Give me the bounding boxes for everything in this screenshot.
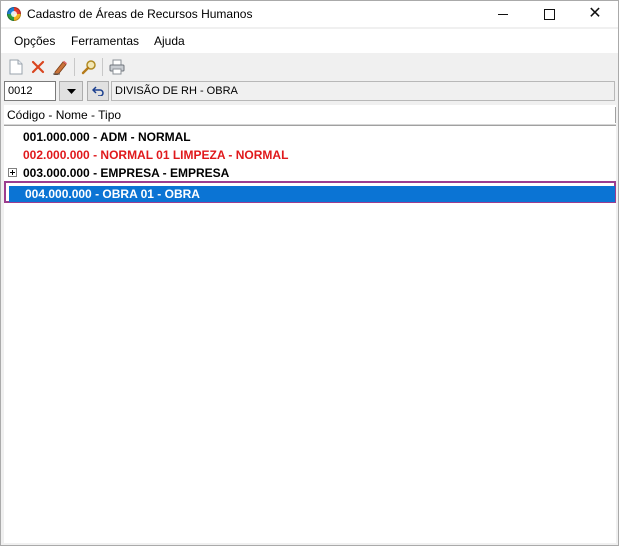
search-icon [81,60,96,75]
expand-icon[interactable] [8,168,17,177]
minimize-button[interactable] [480,1,526,27]
maximize-button[interactable] [526,1,572,27]
tree-row-label: 004.000.000 - OBRA 01 - OBRA [25,187,200,201]
delete-icon [31,60,45,74]
undo-button[interactable] [87,81,109,101]
toolbar [1,55,618,79]
undo-icon [92,86,104,96]
menu-ajuda[interactable]: Ajuda [154,34,185,48]
tree-view[interactable]: 001.000.000 - ADM - NORMAL 002.000.000 -… [4,125,616,543]
toolbar-separator [74,58,75,76]
code-input[interactable] [4,81,56,101]
menu-ferramentas[interactable]: Ferramentas [71,34,139,48]
tree-row-label: 003.000.000 - EMPRESA - EMPRESA [23,166,230,180]
close-icon: ✕ [588,5,602,22]
selected-row[interactable]: 004.000.000 - OBRA 01 - OBRA [9,186,615,202]
title-bar[interactable]: Cadastro de Áreas de Recursos Humanos ✕ [1,1,618,27]
edit-icon [53,60,67,75]
tree-row[interactable]: 002.000.000 - NORMAL 01 LIMPEZA - NORMAL [4,146,616,164]
tree-row-label: 001.000.000 - ADM - NORMAL [23,130,191,144]
window-title: Cadastro de Áreas de Recursos Humanos [27,7,253,21]
main-window: Cadastro de Áreas de Recursos Humanos ✕ … [0,0,619,546]
chevron-down-icon [66,88,76,94]
column-header-label: Código - Nome - Tipo [7,108,122,122]
selected-row-outline: 004.000.000 - OBRA 01 - OBRA [4,181,616,203]
maximize-icon [543,8,555,20]
column-divider [615,107,616,123]
new-document-icon [9,59,23,75]
tree-row[interactable]: 001.000.000 - ADM - NORMAL [4,128,616,146]
close-button[interactable]: ✕ [572,1,618,27]
menu-opcoes[interactable]: Opções [14,34,55,48]
column-header[interactable]: Código - Nome - Tipo [4,105,616,125]
delete-button[interactable] [27,56,49,78]
description-field: DIVISÃO DE RH - OBRA [111,81,615,101]
print-button[interactable] [106,56,128,78]
edit-button[interactable] [49,56,71,78]
selector-row: DIVISÃO DE RH - OBRA [1,81,618,103]
tree-row-label: 002.000.000 - NORMAL 01 LIMPEZA - NORMAL [23,148,289,162]
dropdown-button[interactable] [59,81,83,101]
search-button[interactable] [78,56,100,78]
menu-bar: Opções Ferramentas Ajuda [1,29,618,53]
app-logo-icon [7,7,21,21]
print-icon [109,59,125,75]
new-button[interactable] [5,56,27,78]
tree-row[interactable]: 003.000.000 - EMPRESA - EMPRESA [4,164,616,182]
toolbar-separator [102,58,103,76]
minimize-icon [498,13,508,15]
